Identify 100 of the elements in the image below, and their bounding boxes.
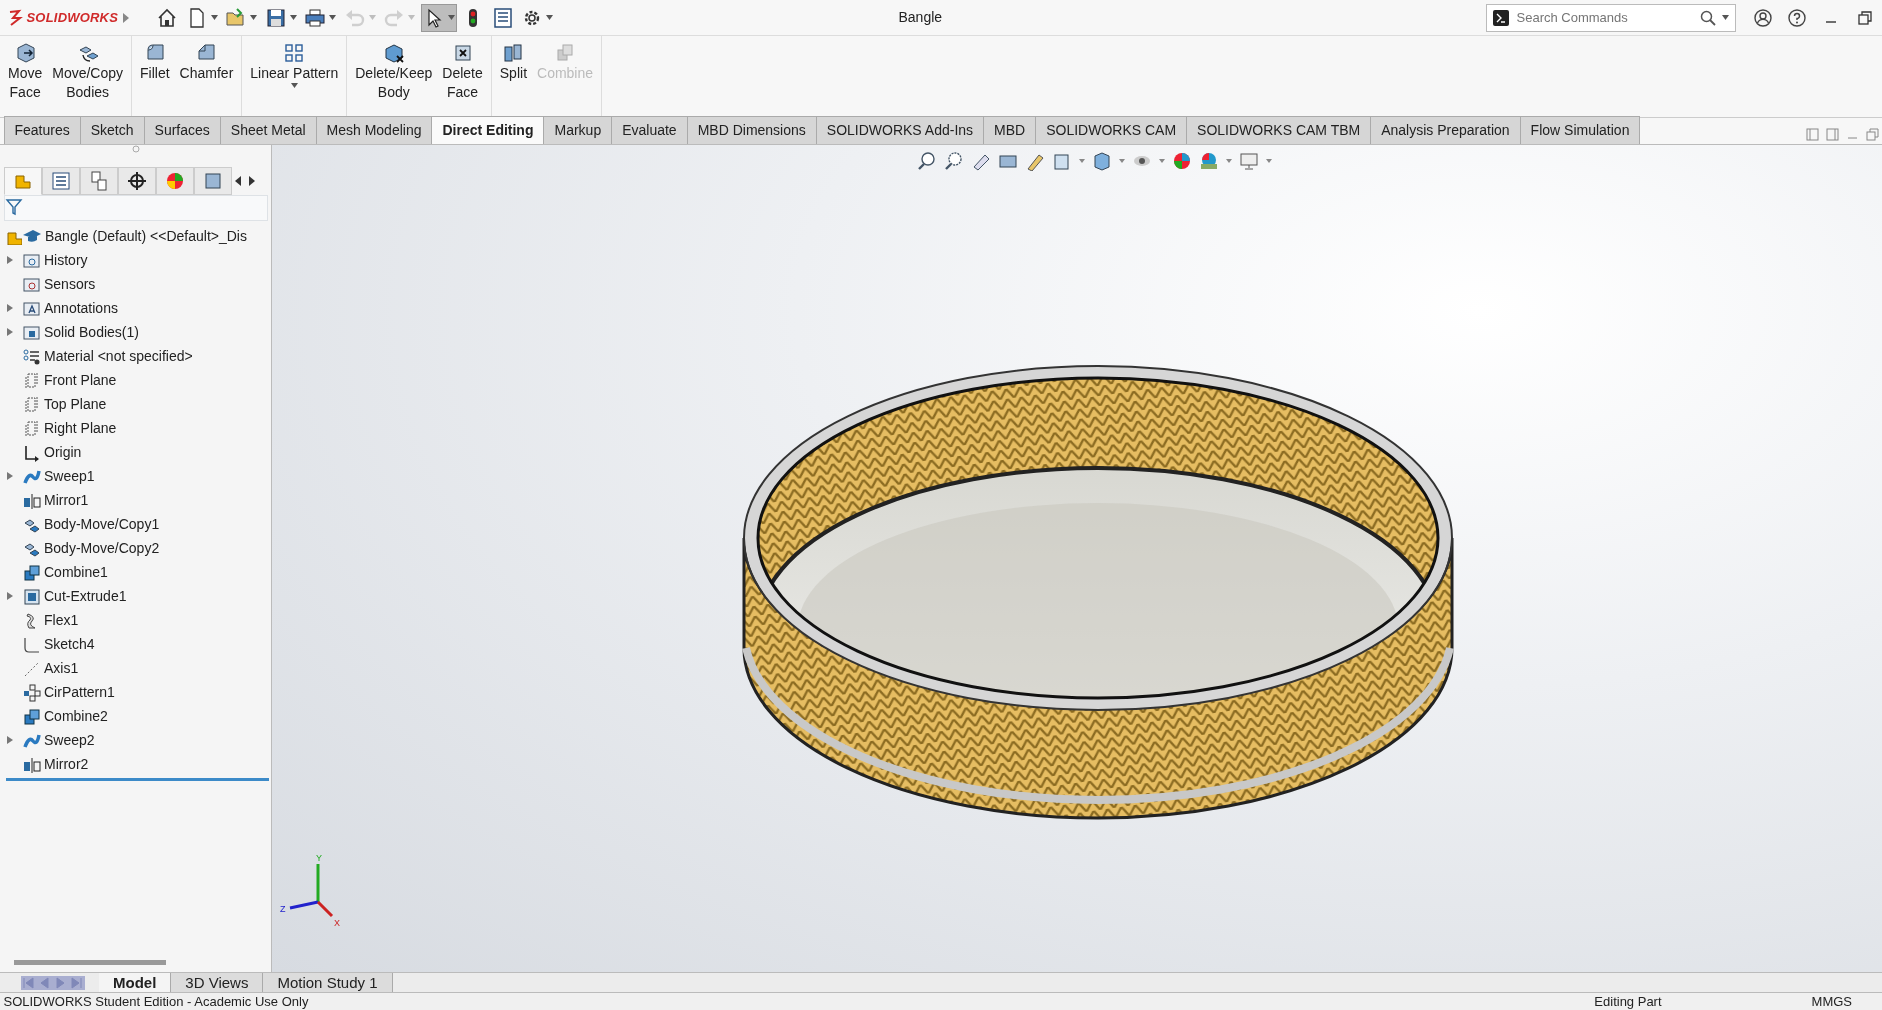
tree-item-label[interactable]: Sensors — [44, 273, 96, 295]
tree-item-label[interactable]: Solid Bodies(1) — [44, 321, 139, 343]
expand-arrow-icon[interactable] — [6, 471, 13, 480]
ribbon-tab[interactable]: Features — [3, 116, 81, 144]
tree-item-label[interactable]: Combine1 — [44, 561, 108, 583]
filter-icon[interactable] — [4, 196, 23, 217]
bottom-tab[interactable]: Motion Study 1 — [263, 972, 393, 993]
help-icon[interactable] — [1787, 7, 1807, 28]
caret-icon — [329, 15, 337, 20]
mirror-icon — [22, 491, 41, 510]
zoom-area-icon[interactable] — [944, 151, 964, 171]
dock-right-icon[interactable] — [1825, 127, 1839, 141]
ribbon-tab[interactable]: SOLIDWORKS Add-Ins — [815, 116, 985, 144]
ribbon-tab[interactable]: Evaluate — [611, 116, 688, 144]
tree-item-label[interactable]: Cut-Extrude1 — [44, 585, 127, 607]
tree-item-label[interactable]: Right Plane — [44, 417, 117, 439]
ribbon-button[interactable]: Fillet — [136, 40, 174, 117]
ribbon-tab[interactable]: Flow Simulation — [1519, 116, 1641, 144]
sensors-folder-icon — [22, 275, 41, 294]
next-icon[interactable] — [53, 975, 69, 990]
ribbon-tab[interactable]: Sheet Metal — [219, 116, 317, 144]
ribbon-tab[interactable]: SOLIDWORKS CAM — [1035, 116, 1188, 144]
previous-icon[interactable] — [37, 975, 53, 990]
expand-arrow-icon[interactable] — [6, 735, 13, 744]
view-orientation-icon[interactable] — [1052, 151, 1072, 171]
list-icon — [491, 6, 514, 29]
ribbon-tab[interactable]: MBD — [983, 116, 1037, 144]
scroll-right-icon[interactable] — [246, 175, 255, 186]
tree-item-label[interactable]: Annotations — [44, 297, 118, 319]
ribbon-tab[interactable]: MBD Dimensions — [686, 116, 817, 144]
printer-icon — [304, 6, 327, 29]
ribbon-tab[interactable]: Sketch — [79, 116, 145, 144]
ribbon-tab[interactable]: Mesh Modeling — [315, 116, 433, 144]
caret-icon[interactable] — [1119, 159, 1125, 163]
graphics-viewport[interactable]: Y Z X — [272, 145, 1882, 972]
tree-item-label[interactable]: CirPattern1 — [44, 681, 115, 703]
scene-icon[interactable] — [1199, 151, 1219, 171]
ribbon-tab[interactable]: Surfaces — [143, 116, 221, 144]
tree-item-label[interactable]: History — [44, 249, 88, 271]
caret-icon — [447, 15, 455, 20]
ribbon-button[interactable]: Linear Pattern — [246, 40, 343, 117]
caret-icon[interactable] — [1159, 159, 1165, 163]
expand-arrow-icon[interactable] — [6, 591, 13, 600]
zoom-fit-icon[interactable] — [917, 151, 937, 171]
ribbon-tab[interactable]: SOLIDWORKS CAM TBM — [1186, 116, 1372, 144]
tree-item-label[interactable]: Front Plane — [44, 369, 117, 391]
appearance-icon[interactable] — [1172, 151, 1192, 171]
first-page-icon[interactable] — [21, 975, 37, 990]
expand-arrow-icon[interactable] — [6, 303, 13, 312]
ribbon-button[interactable]: Delete Face — [438, 40, 487, 117]
delete-body-icon — [382, 42, 405, 64]
ribbon-button[interactable]: Split — [495, 40, 531, 117]
split-icon — [502, 42, 525, 64]
tree-item-label[interactable]: Sweep2 — [44, 729, 95, 751]
tree-item-label[interactable]: Origin — [44, 441, 82, 463]
search-input[interactable]: Search Commands — [1514, 6, 1694, 29]
list-icon — [49, 169, 72, 192]
tree-item-label[interactable]: Body-Move/Copy2 — [44, 537, 160, 559]
mortarboard-icon — [21, 227, 42, 245]
tree-item-label[interactable]: Flex1 — [44, 609, 79, 631]
scrollbar-thumb[interactable] — [14, 960, 166, 965]
caret-icon[interactable] — [1079, 159, 1085, 163]
ribbon-button[interactable]: Move Face — [4, 40, 47, 117]
user-icon[interactable] — [1753, 7, 1773, 28]
bottom-tab[interactable]: Model — [99, 972, 172, 993]
display-style-icon[interactable] — [1092, 151, 1112, 171]
bottom-tab[interactable]: 3D Views — [171, 972, 264, 993]
tree-item-label[interactable]: Body-Move/Copy1 — [44, 513, 160, 535]
expand-arrow-icon[interactable] — [6, 255, 13, 264]
tree-root-label[interactable]: Bangle (Default) <<Default>_Dis — [45, 225, 247, 247]
ribbon-tab[interactable]: Analysis Preparation — [1370, 116, 1521, 144]
units-indicator[interactable]: MMGS — [1811, 993, 1852, 1010]
tree-item-label[interactable]: Mirror2 — [44, 753, 89, 775]
expand-arrow-icon[interactable] — [121, 12, 130, 23]
dock-left-icon[interactable] — [1805, 127, 1819, 141]
ribbon-button[interactable]: Chamfer — [175, 40, 238, 117]
cursor-button[interactable] — [420, 3, 457, 32]
ribbon-button[interactable]: Move/Copy Bodies — [48, 40, 128, 117]
tree-item-label[interactable]: Top Plane — [44, 393, 107, 415]
ribbon-tab[interactable]: Markup — [543, 116, 613, 144]
tree-item-label[interactable]: Sweep1 — [44, 465, 95, 487]
app-logo-text: SOLIDWORKS — [26, 8, 119, 27]
tree-item-label[interactable]: Combine2 — [44, 705, 108, 727]
annotation-folder-icon — [22, 299, 41, 318]
circular-pattern-icon — [22, 683, 41, 702]
monitor-icon[interactable] — [1239, 151, 1259, 171]
ribbon-button[interactable]: Delete/Keep Body — [351, 40, 437, 117]
tree-item-label[interactable]: Sketch4 — [44, 633, 95, 655]
caret-icon[interactable] — [1266, 159, 1272, 163]
tree-item-label[interactable]: Material <not specified> — [44, 345, 193, 367]
logo-icon — [7, 8, 23, 27]
tree-item-label[interactable]: Axis1 — [44, 657, 79, 679]
tree-item-label[interactable]: Mirror1 — [44, 489, 89, 511]
scroll-left-icon[interactable] — [235, 175, 243, 186]
expand-arrow-icon[interactable] — [6, 327, 13, 336]
search-field[interactable]: Search Commands — [1485, 3, 1736, 32]
panel-handle-icon[interactable] — [131, 145, 140, 153]
panel-tab[interactable] — [117, 166, 156, 195]
last-page-icon[interactable] — [69, 975, 85, 990]
caret-icon[interactable] — [1226, 159, 1232, 163]
